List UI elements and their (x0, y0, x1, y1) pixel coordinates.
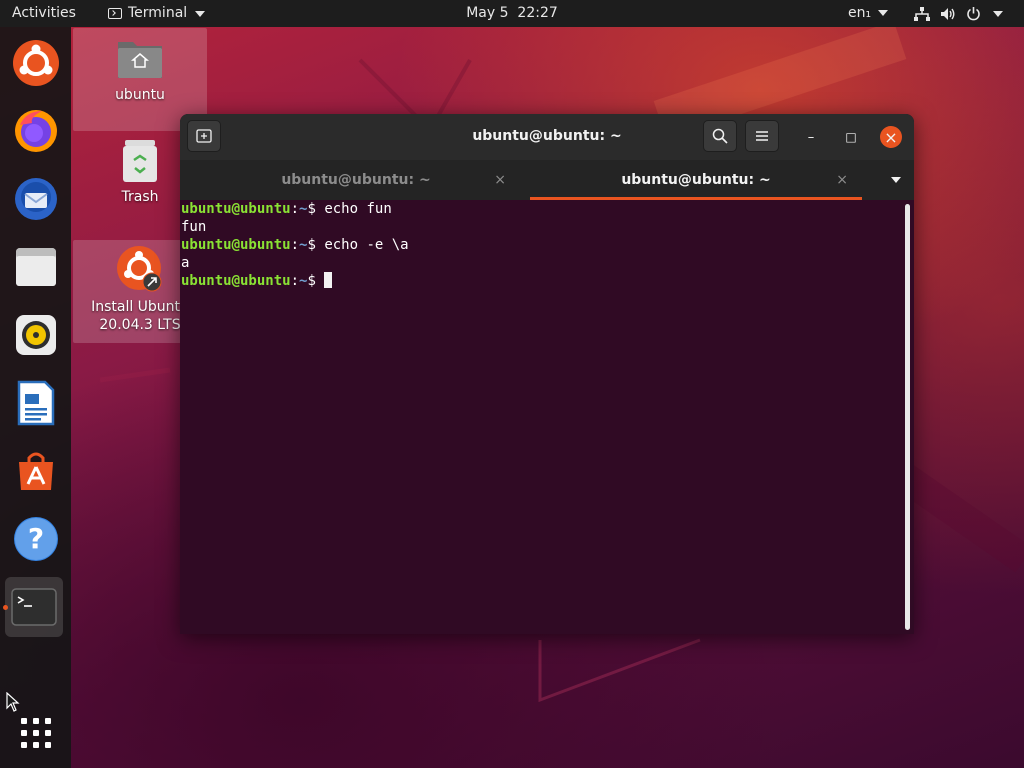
ubuntu-software-icon (19, 452, 53, 490)
chevron-down-icon (891, 177, 901, 183)
scrollbar[interactable] (905, 204, 910, 630)
language-indicator[interactable]: en₁ (848, 0, 888, 27)
minimize-icon: – (807, 129, 815, 145)
terminal-icon (11, 588, 57, 626)
dock-rhythmbox[interactable] (8, 307, 64, 363)
show-applications-button[interactable] (8, 705, 64, 761)
svg-text:?: ? (28, 522, 44, 555)
close-icon: × (884, 127, 898, 147)
command-text: echo fun (324, 201, 392, 217)
prompt-separator: : (290, 273, 300, 289)
help-icon: ? (14, 517, 58, 561)
search-button[interactable] (703, 120, 737, 152)
top-bar: Activities Terminal May 5 22:27 en₁ (0, 0, 1024, 27)
dock-files[interactable] (8, 239, 64, 295)
terminal-content[interactable]: ubuntu@ubuntu:~$ echo fun fun ubuntu@ubu… (180, 200, 914, 634)
home-folder-icon (118, 42, 162, 78)
tab-label: ubuntu@ubuntu: ~ (621, 172, 771, 188)
menu-button[interactable] (745, 120, 779, 152)
running-indicator (3, 605, 8, 610)
dock-help[interactable]: ? (8, 511, 64, 567)
tab-list-button[interactable] (880, 160, 910, 200)
app-menu-terminal[interactable]: Terminal (108, 0, 206, 27)
libreoffice-writer-icon (17, 380, 55, 426)
prompt-user: ubuntu@ubuntu (181, 237, 291, 253)
app-menu-label: Terminal (128, 5, 188, 21)
prompt-symbol: $ (307, 201, 325, 217)
maximize-icon: □ (845, 130, 857, 144)
tab-label: ubuntu@ubuntu: ~ (281, 172, 431, 188)
prompt-separator: : (290, 237, 300, 253)
system-menu[interactable] (914, 0, 1003, 27)
dock-ubuntu-software[interactable] (8, 443, 64, 499)
tab-2[interactable]: ubuntu@ubuntu: ~ × (530, 160, 862, 200)
tab-close-button[interactable]: × (494, 160, 506, 200)
terminal-window: ubuntu@ubuntu: ~ – □ × ubuntu@ubuntu: ~ … (180, 114, 914, 634)
firefox-icon (15, 110, 57, 152)
thunderbird-icon (15, 178, 57, 220)
prompt-user: ubuntu@ubuntu (181, 201, 291, 217)
chevron-down-icon (195, 10, 206, 17)
terminal-line: ubuntu@ubuntu:~$ echo -e \a (180, 236, 914, 254)
files-icon (16, 248, 56, 286)
search-icon (712, 128, 728, 144)
dock-firefox[interactable] (8, 103, 64, 159)
network-icon (914, 6, 930, 21)
chevron-down-icon (877, 10, 888, 16)
power-icon (967, 7, 980, 21)
terminal-line: ubuntu@ubuntu:~$ echo fun (180, 200, 914, 218)
terminal-icon (108, 8, 122, 19)
desktop-icon-label: ubuntu (115, 87, 165, 103)
show-applications-icon (21, 718, 51, 748)
prompt-symbol: $ (307, 273, 325, 289)
tab-close-button[interactable]: × (836, 160, 848, 200)
terminal-line: ubuntu@ubuntu:~$ (180, 272, 914, 290)
mouse-pointer-icon (6, 692, 20, 712)
rhythmbox-icon (16, 315, 56, 355)
language-label: en₁ (848, 5, 872, 21)
prompt-user: ubuntu@ubuntu (181, 273, 291, 289)
dock-thunderbird[interactable] (8, 171, 64, 227)
text-cursor (324, 272, 333, 288)
window-titlebar[interactable]: ubuntu@ubuntu: ~ – □ × (180, 114, 914, 160)
ubuntu-installer-icon (13, 40, 59, 86)
dock-terminal[interactable] (5, 577, 63, 637)
dock: ? (0, 27, 71, 768)
dock-ubuntu-installer[interactable] (8, 35, 64, 91)
command-text: echo -e \a (324, 237, 409, 253)
hamburger-menu-icon (756, 131, 768, 141)
volume-icon (941, 7, 955, 20)
prompt-symbol: $ (307, 237, 325, 253)
ubuntu-installer-icon (117, 246, 162, 292)
tab-1[interactable]: ubuntu@ubuntu: ~ × (186, 160, 526, 200)
clock-button[interactable]: May 5 22:27 (466, 5, 558, 21)
terminal-output: a (181, 255, 190, 271)
close-button[interactable]: × (880, 126, 902, 148)
prompt-separator: : (290, 201, 300, 217)
activities-button[interactable]: Activities (12, 0, 76, 27)
chevron-down-icon (993, 10, 1003, 17)
maximize-button[interactable]: □ (840, 126, 862, 148)
tab-bar: ubuntu@ubuntu: ~ × ubuntu@ubuntu: ~ × (180, 160, 914, 200)
minimize-button[interactable]: – (800, 126, 822, 148)
dock-libreoffice-writer[interactable] (8, 375, 64, 431)
trash-icon (123, 140, 157, 182)
terminal-output: fun (181, 219, 207, 235)
